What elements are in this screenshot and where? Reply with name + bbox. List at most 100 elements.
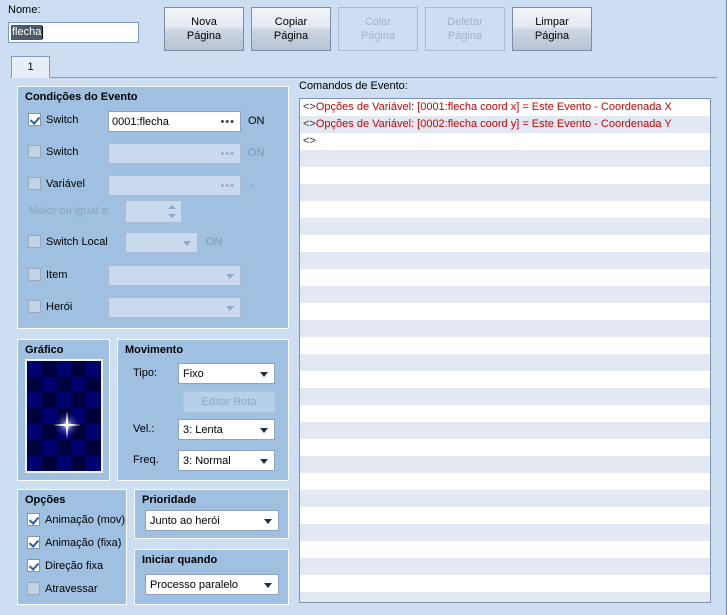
event-command-row[interactable] — [300, 575, 710, 592]
event-command-row[interactable] — [300, 337, 710, 354]
event-command-row[interactable] — [300, 422, 710, 439]
checker-cell — [41, 408, 57, 424]
checker-cell — [86, 392, 101, 409]
tab-page-1[interactable]: 1 — [11, 56, 50, 78]
movement-type-combo[interactable]: Fixo — [178, 363, 275, 384]
condition-switch1-checkbox[interactable]: Switch — [28, 113, 78, 126]
clear-page-button[interactable]: Limpar Página — [512, 7, 592, 51]
edit-route-button-label: Editar Rota — [201, 396, 257, 408]
condition-hero-checkbox[interactable]: Herói — [28, 300, 72, 313]
event-command-row[interactable] — [300, 201, 710, 218]
event-command-row[interactable]: <> — [300, 133, 710, 150]
checker-cell — [27, 392, 42, 409]
event-command-row[interactable] — [300, 303, 710, 320]
delete-page-button-line1: Deletar — [447, 16, 483, 28]
condition-switch2-label: Switch — [46, 145, 79, 158]
checkbox-icon — [28, 268, 41, 281]
new-page-button[interactable]: Nova Página — [164, 7, 244, 51]
command-text: Opções de Variável: [0002:flecha coord y… — [315, 118, 672, 130]
trigger-combo[interactable]: Processo paralelo — [145, 574, 279, 595]
event-conditions-title: Condições do Evento — [25, 91, 138, 103]
checkbox-icon — [27, 513, 40, 526]
event-command-row[interactable] — [300, 167, 710, 184]
ellipsis-icon[interactable]: ••• — [220, 116, 235, 128]
movement-freq-value: 3: Normal — [183, 454, 231, 467]
condition-item-checkbox[interactable]: Item — [28, 268, 67, 281]
priority-group: Prioridade Junto ao herói — [134, 489, 289, 539]
text-caret — [42, 26, 44, 39]
checker-cell — [71, 361, 87, 377]
event-command-row[interactable] — [300, 252, 710, 269]
movement-speed-combo[interactable]: 3: Lenta — [178, 419, 275, 440]
event-command-row[interactable] — [300, 592, 710, 602]
spinner-down-icon — [168, 214, 176, 218]
movement-speed-value: 3: Lenta — [183, 423, 223, 436]
checker-cell — [86, 455, 101, 471]
option-animation-move-checkbox[interactable]: Animação (mov) — [27, 513, 125, 526]
checker-cell — [41, 392, 57, 409]
copy-page-button-line2: Página — [273, 30, 309, 42]
event-command-row[interactable] — [300, 439, 710, 456]
checker-cell — [41, 423, 57, 440]
event-command-row[interactable] — [300, 235, 710, 252]
checker-cell — [71, 376, 87, 393]
checker-cell — [56, 392, 72, 409]
condition-switch1-field[interactable]: 0001:flecha ••• — [108, 111, 241, 132]
checker-cell — [56, 423, 72, 440]
option-through-checkbox[interactable]: Atravessar — [27, 582, 98, 595]
event-command-row[interactable] — [300, 541, 710, 558]
condition-switch2-checkbox[interactable]: Switch — [28, 145, 78, 158]
new-page-button-line2: Página — [186, 30, 222, 42]
event-command-row[interactable] — [300, 507, 710, 524]
condition-variable-field: ••• — [108, 175, 241, 196]
event-command-row[interactable] — [300, 354, 710, 371]
event-command-row[interactable] — [300, 456, 710, 473]
event-commands-list[interactable]: <>Opções de Variável: [0001:flecha coord… — [299, 98, 711, 603]
event-command-row[interactable] — [300, 320, 710, 337]
trigger-value: Processo paralelo — [150, 578, 239, 591]
option-fixed-direction-checkbox[interactable]: Direção fixa — [27, 559, 103, 572]
event-command-row[interactable]: <>Opções de Variável: [0001:flecha coord… — [300, 99, 710, 116]
event-command-row[interactable] — [300, 490, 710, 507]
movement-freq-label: Freq. — [133, 454, 159, 466]
paste-page-button: Colar Página — [338, 7, 418, 51]
condition-variable-checkbox[interactable]: Variável — [28, 177, 85, 190]
event-command-row[interactable] — [300, 371, 710, 388]
condition-local-switch-checkbox[interactable]: Switch Local — [28, 235, 108, 248]
event-command-row[interactable] — [300, 269, 710, 286]
event-command-row[interactable]: <>Opções de Variável: [0002:flecha coord… — [300, 116, 710, 133]
checker-cell — [56, 376, 72, 393]
condition-local-switch-combo — [125, 232, 198, 253]
checker-cell — [27, 408, 42, 424]
condition-item-combo — [108, 265, 241, 286]
checker-cell — [71, 439, 87, 456]
chevron-down-icon — [264, 518, 272, 524]
event-command-row[interactable] — [300, 473, 710, 490]
event-command-row[interactable] — [300, 388, 710, 405]
chevron-down-icon — [183, 240, 191, 246]
movement-freq-combo[interactable]: 3: Normal — [178, 450, 275, 471]
priority-value: Junto ao herói — [150, 514, 220, 527]
event-command-row[interactable] — [300, 184, 710, 201]
condition-switch1-state: ON — [248, 115, 265, 127]
checker-cell — [41, 376, 57, 393]
copy-page-button[interactable]: Copiar Página — [251, 7, 331, 51]
checker-cell — [27, 439, 42, 456]
option-animation-fixed-checkbox[interactable]: Animação (fixa) — [27, 536, 121, 549]
chevron-down-icon — [226, 305, 234, 311]
copy-page-button-line1: Copiar — [274, 16, 308, 28]
event-command-row[interactable] — [300, 405, 710, 422]
graphic-preview[interactable] — [25, 359, 103, 473]
event-command-row[interactable] — [300, 218, 710, 235]
event-command-row[interactable] — [300, 150, 710, 167]
checker-cell — [27, 376, 42, 393]
checker-cell — [86, 423, 101, 440]
name-input[interactable]: flecha — [8, 22, 139, 43]
checker-cell — [27, 361, 42, 377]
checker-cell — [71, 455, 87, 471]
chevron-down-icon — [260, 427, 268, 433]
event-command-row[interactable] — [300, 286, 710, 303]
event-command-row[interactable] — [300, 524, 710, 541]
priority-combo[interactable]: Junto ao herói — [145, 510, 279, 531]
event-command-row[interactable] — [300, 558, 710, 575]
